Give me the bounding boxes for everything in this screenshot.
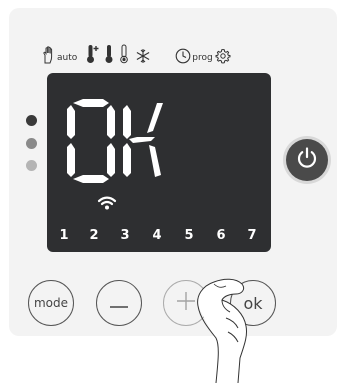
indicator-led-2 — [26, 138, 37, 149]
hand-icon — [42, 46, 56, 64]
snowflake-icon — [135, 48, 151, 64]
mode-icon-strip: auto prog — [42, 38, 231, 64]
lcd-display: OK 1 2 3 4 5 6 7 — [47, 73, 271, 252]
thermometer-full-icon — [104, 44, 114, 64]
day-label-5: 5 — [184, 228, 194, 243]
minus-icon — [109, 294, 129, 313]
thermometer-low-icon — [119, 44, 129, 64]
thermometer-plus-icon — [86, 44, 100, 64]
minus-button[interactable] — [96, 280, 142, 326]
display-text: OK — [67, 99, 163, 183]
day-label-6: 6 — [216, 228, 226, 243]
day-label-7: 7 — [247, 228, 257, 243]
indicator-led-1 — [26, 115, 37, 126]
power-icon — [295, 146, 319, 174]
power-button[interactable] — [286, 139, 328, 181]
day-label-1: 1 — [59, 228, 69, 243]
prog-label: prog — [192, 53, 213, 63]
mode-button-label: mode — [33, 296, 69, 310]
day-label-4: 4 — [152, 228, 162, 243]
indicator-led-3 — [26, 160, 37, 171]
clock-icon — [175, 48, 191, 64]
auto-label: auto — [57, 53, 78, 63]
day-label-3: 3 — [120, 228, 130, 243]
mode-button[interactable]: mode — [28, 280, 74, 326]
day-label-2: 2 — [89, 228, 99, 243]
pressing-hand-illustration — [160, 262, 270, 387]
gear-icon — [215, 48, 231, 64]
wifi-icon — [97, 195, 117, 215]
